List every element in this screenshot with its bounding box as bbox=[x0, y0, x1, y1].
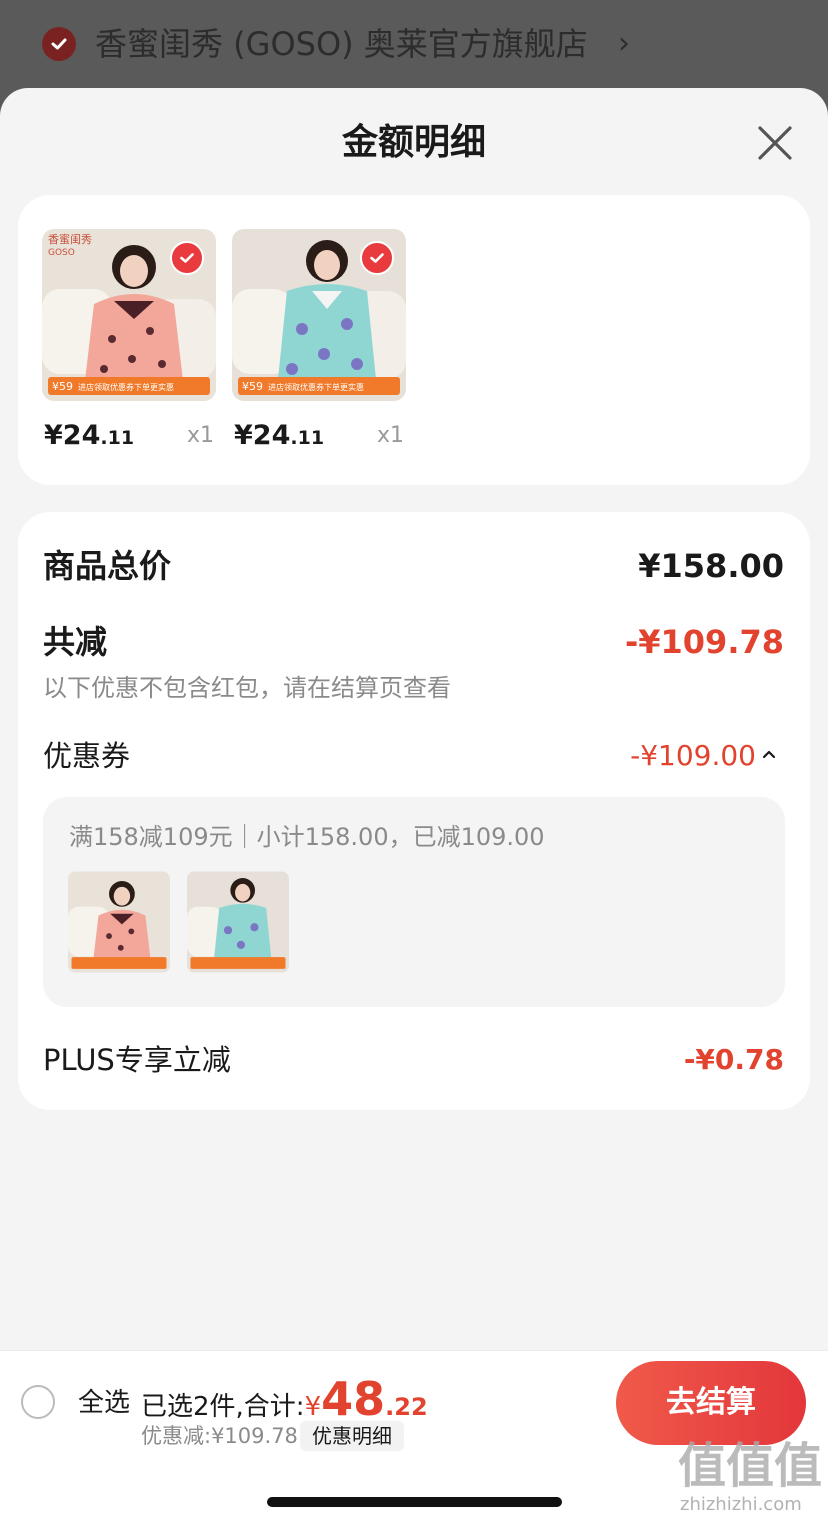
select-all-radio[interactable] bbox=[21, 1385, 55, 1419]
product-quantity: x1 bbox=[376, 423, 404, 448]
coupon-product-thumb bbox=[68, 871, 170, 973]
select-all-label[interactable]: 全选 bbox=[78, 1383, 130, 1423]
product-price: ¥24.11 bbox=[234, 420, 325, 451]
check-circle-icon[interactable] bbox=[42, 27, 76, 61]
chevron-right-icon[interactable]: › bbox=[618, 24, 630, 64]
plus-discount-value: -¥0.78 bbox=[683, 1043, 784, 1076]
product-image[interactable]: ¥59 进店领取优惠券下单更实惠 bbox=[232, 229, 406, 401]
price-row: ¥24.11 x1 bbox=[42, 419, 216, 453]
selected-items-card: 香蜜闺秀 GOSO ¥59 进店领取优惠券下单更实惠 ¥24.11 x1 ¥59… bbox=[18, 195, 810, 485]
coupon-detail-box: 满158减109元｜小计158.00，已减109.00 bbox=[43, 797, 785, 1007]
total-reduction-value: -¥109.78 bbox=[624, 623, 784, 661]
check-icon[interactable] bbox=[170, 241, 204, 275]
shop-name[interactable]: 香蜜闺秀 (GOSO) 奥莱官方旗舰店 bbox=[95, 20, 588, 68]
amount-detail-sheet: 金额明细 香蜜闺秀 GOSO ¥59 进店领取优惠券下单更实惠 ¥24.11 x… bbox=[0, 88, 828, 1524]
discount-detail-button[interactable]: 优惠明细 bbox=[300, 1421, 404, 1451]
home-indicator bbox=[267, 1497, 562, 1507]
coupon-description: 满158减109元｜小计158.00，已减109.00 bbox=[69, 823, 545, 851]
coupon-product-thumb bbox=[187, 871, 289, 973]
badge-price: ¥59 bbox=[242, 380, 263, 393]
plus-discount-label: PLUS专享立减 bbox=[43, 1043, 231, 1077]
price-row: ¥24.11 x1 bbox=[232, 419, 406, 453]
sheet-title: 金额明细 bbox=[341, 122, 486, 163]
product-quantity: x1 bbox=[186, 423, 214, 448]
amount-breakdown-card: 商品总价 ¥158.00 共减 -¥109.78 以下优惠不包含红包，请在结算页… bbox=[18, 512, 810, 1110]
total-amount: 48 bbox=[321, 1372, 386, 1426]
brand-logo-text: 香蜜闺秀 bbox=[48, 232, 92, 246]
chevron-up-icon[interactable] bbox=[760, 746, 778, 764]
watermark: 值值值 zhizhizhi.com bbox=[678, 1438, 824, 1522]
checkout-button[interactable]: 去结算 bbox=[616, 1361, 806, 1445]
check-icon[interactable] bbox=[360, 241, 394, 275]
reduction-note: 以下优惠不包含红包，请在结算页查看 bbox=[43, 674, 451, 702]
product-image[interactable]: 香蜜闺秀 GOSO ¥59 进店领取优惠券下单更实惠 bbox=[42, 229, 216, 401]
total-price-label: 商品总价 bbox=[43, 547, 172, 585]
watermark-url: zhizhizhi.com bbox=[680, 1494, 802, 1515]
coupon-value[interactable]: -¥109.00 bbox=[630, 734, 756, 778]
badge-price: ¥59 bbox=[52, 380, 73, 393]
close-icon[interactable] bbox=[752, 120, 798, 166]
brand-logo-sub: GOSO bbox=[48, 248, 75, 258]
discount-amount: 优惠减:¥109.78 bbox=[141, 1424, 298, 1448]
badge-text: 进店领取优惠券下单更实惠 bbox=[268, 382, 364, 392]
product-price: ¥24.11 bbox=[44, 420, 135, 451]
badge-text: 进店领取优惠券下单更实惠 bbox=[78, 382, 174, 392]
total-reduction-label: 共减 bbox=[43, 623, 108, 661]
coupon-label[interactable]: 优惠券 bbox=[43, 734, 130, 778]
total-price-value: ¥158.00 bbox=[638, 547, 784, 585]
watermark-logo: 值值值 bbox=[678, 1438, 823, 1494]
